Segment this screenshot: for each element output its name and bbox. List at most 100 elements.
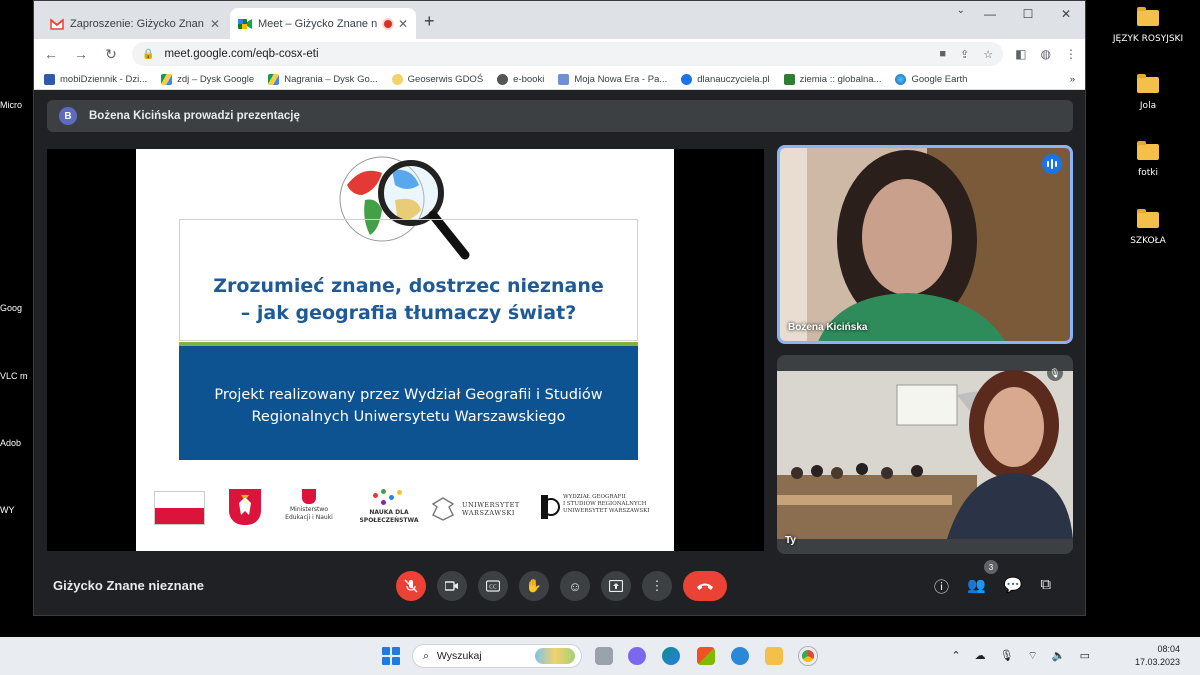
help-icon[interactable] [731, 647, 749, 665]
bookmark-label: Nagrania – Dysk Go... [284, 73, 378, 85]
clock-time: 08:04 [1157, 644, 1180, 654]
tab-title: Meet – Giżycko Znane niezn [258, 17, 378, 30]
desktop-folder-label: SZKOŁA [1130, 236, 1166, 246]
logo-text: Edukacji i Nauki [285, 514, 333, 521]
desktop-folder[interactable]: Jola [1103, 74, 1193, 111]
taskbar-search[interactable]: ⌕ Wyszukaj [412, 644, 582, 668]
bookmark[interactable]: dlanauczyciela.pl [681, 73, 770, 85]
chevron-down-icon[interactable]: ⌄ [957, 5, 965, 16]
participant-tile[interactable]: Bożena Kicińska [777, 145, 1073, 344]
participant-video [780, 148, 1070, 341]
minimize-icon[interactable]: — [971, 1, 1009, 27]
project-band: Projekt realizowany przez Wydział Geogra… [179, 342, 638, 460]
bookmark[interactable]: e-booki [497, 73, 544, 85]
tab-title: Zaproszenie: Giżycko Znane niez [70, 17, 204, 30]
teams-chat-icon[interactable] [628, 647, 646, 665]
uw-logo: UNIWERSYTET WARSZAWSKI [429, 495, 524, 523]
captions-button[interactable]: CC [478, 571, 508, 601]
bookmark[interactable]: mobiDziennik - Dzi... [44, 73, 148, 85]
browser-window: Zaproszenie: Giżycko Znane niez ✕ Meet –… [33, 0, 1086, 616]
present-button[interactable] [601, 571, 631, 601]
desktop-label[interactable]: Adob [0, 438, 34, 448]
wifi-icon[interactable]: ⌔ [1028, 649, 1038, 663]
chrome-icon[interactable] [799, 647, 817, 665]
more-options-button[interactable]: ⋮ [642, 571, 672, 601]
participant-count-badge: 3 [984, 560, 998, 574]
bookmark[interactable]: Geoserwis GDOŚ [391, 73, 483, 85]
hang-up-icon [697, 583, 713, 590]
desktop-label[interactable]: VLC m [0, 371, 34, 381]
bookmark[interactable]: Nagrania – Dysk Go... [268, 73, 378, 85]
desktop-folder[interactable]: fotki [1103, 141, 1193, 178]
star-icon[interactable]: ☆ [983, 48, 993, 61]
close-window-icon[interactable]: ✕ [1047, 1, 1085, 27]
clock-date: 17.03.2023 [1134, 657, 1180, 667]
reactions-button[interactable]: ☺ [560, 571, 590, 601]
mic-off-icon [404, 579, 418, 593]
avatar: B [59, 107, 77, 125]
menu-dots-icon[interactable]: ⋮ [1065, 47, 1077, 61]
bookmark[interactable]: ziemia :: globalna... [783, 73, 881, 85]
bookmark-label: mobiDziennik - Dzi... [60, 73, 148, 85]
tab-meet[interactable]: Meet – Giżycko Znane niezn ✕ [230, 8, 416, 39]
address-bar[interactable]: 🔒 meet.google.com/eqb-cosx-eti ■ ⇪ ☆ [132, 42, 1004, 66]
desktop-label[interactable]: Micro [0, 100, 34, 110]
profile-icon[interactable]: ◍ [1041, 47, 1051, 61]
bookmark[interactable]: Moja Nowa Era - Pa... [558, 73, 667, 85]
presenter-text: Bożena Kicińska prowadzi prezentację [89, 110, 300, 122]
battery-icon[interactable]: ▭ [1080, 649, 1090, 663]
band-text-line: Projekt realizowany przez Wydział Geogra… [214, 387, 603, 403]
lock-icon[interactable]: 🔒 [142, 49, 154, 60]
desktop-label[interactable]: Goog [0, 303, 34, 313]
presentation-stage[interactable]: Zrozumieć znane, dostrzec nieznane – jak… [47, 149, 764, 551]
new-tab-button[interactable]: + [424, 11, 435, 32]
microphone-icon[interactable]: 🎙 [1000, 649, 1014, 663]
forward-icon[interactable]: → [72, 46, 90, 62]
desktop-label[interactable]: WY [0, 505, 34, 515]
maximize-icon[interactable]: ☐ [1009, 1, 1047, 27]
meeting-side-controls: ⓘ 👥 💬 ⧉ [934, 576, 1051, 597]
polish-flag-logo [154, 491, 205, 525]
cloud-icon[interactable]: ☁ [975, 649, 986, 663]
info-icon[interactable]: ⓘ [934, 576, 949, 597]
edge-icon[interactable] [662, 647, 680, 665]
close-icon[interactable]: ✕ [398, 17, 408, 31]
mic-off-button[interactable] [396, 571, 426, 601]
chevron-up-icon[interactable]: ⌃ [951, 649, 960, 663]
participant-name: Ty [785, 535, 796, 546]
task-view-icon[interactable] [595, 647, 613, 665]
bookmark[interactable]: zdj – Dysk Google [161, 73, 254, 85]
close-icon[interactable]: ✕ [210, 17, 220, 31]
bookmarks-bar: mobiDziennik - Dzi... zdj – Dysk Google … [34, 69, 1085, 90]
camera-button[interactable] [437, 571, 467, 601]
desktop-folder[interactable]: SZKOŁA [1103, 209, 1193, 246]
file-explorer-icon[interactable] [765, 647, 783, 665]
call-controls: CC ✋ ☺ ⋮ [396, 571, 727, 601]
bookmark-label: Google Earth [911, 73, 968, 85]
store-icon[interactable] [697, 647, 715, 665]
volume-icon[interactable]: 🔈 [1052, 649, 1066, 663]
more-bookmarks-icon[interactable]: » [1070, 74, 1075, 85]
back-icon[interactable]: ← [42, 46, 60, 62]
sidepanel-icon[interactable]: ◧ [1015, 47, 1026, 61]
chat-icon[interactable]: 💬 [1004, 576, 1023, 597]
geoserwis-icon [391, 73, 403, 85]
participant-tile[interactable]: 🎙 Ty [777, 355, 1073, 554]
desktop-folder-label: JĘZYK ROSYJSKI [1112, 34, 1184, 44]
slide-title-line: – jak geografia tłumaczy świat? [240, 302, 577, 324]
leave-call-button[interactable] [683, 571, 727, 601]
folder-icon [1137, 7, 1159, 26]
reload-icon[interactable]: ↻ [102, 46, 120, 63]
windows-start-icon[interactable] [382, 647, 400, 665]
activities-icon[interactable]: ⧉ [1040, 576, 1051, 597]
nowa-era-icon [558, 73, 570, 85]
camera-icon[interactable]: ■ [939, 48, 946, 61]
tab-invitation[interactable]: Zaproszenie: Giżycko Znane niez ✕ [42, 8, 228, 39]
desktop-folder[interactable]: JĘZYK ROSYJSKI [1103, 7, 1193, 44]
folder-icon [1137, 74, 1159, 93]
bookmark[interactable]: Google Earth [895, 73, 968, 85]
raise-hand-button[interactable]: ✋ [519, 571, 549, 601]
share-icon[interactable]: ⇪ [960, 48, 969, 61]
clock[interactable]: 08:04 17.03.2023 [1135, 643, 1180, 669]
people-icon[interactable]: 👥 [967, 576, 986, 597]
